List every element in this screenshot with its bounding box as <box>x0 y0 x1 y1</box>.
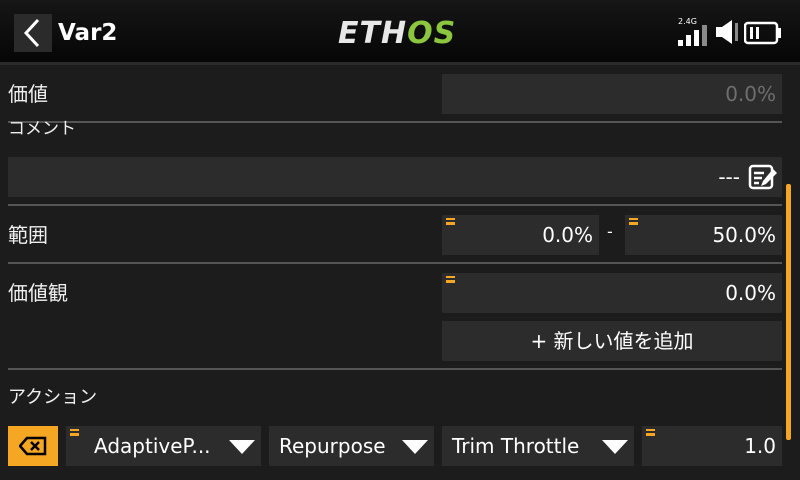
chevron-down-icon <box>602 440 628 454</box>
backspace-icon <box>19 436 47 456</box>
battery-icon <box>743 16 784 52</box>
range-max-field[interactable]: 50.0% <box>625 215 782 255</box>
action-source-dropdown[interactable]: AdaptiveP... <box>66 426 261 466</box>
action-label: アクション <box>8 387 98 408</box>
values-label: 価値観 <box>8 281 68 305</box>
delete-action-button[interactable] <box>8 426 58 466</box>
comment-value: --- <box>718 165 740 189</box>
chevron-left-icon <box>23 18 40 48</box>
add-value-button[interactable]: + 新しい値を追加 <box>442 321 782 361</box>
svg-text:2.4G: 2.4G <box>678 17 697 26</box>
chevron-down-icon <box>229 440 255 454</box>
adjust-icon <box>70 429 79 436</box>
edit-icon[interactable] <box>748 163 778 191</box>
ethos-logo: ETHOS <box>338 16 457 51</box>
adjust-icon <box>446 276 455 283</box>
divider <box>8 121 782 123</box>
signal-icon: 2.4G <box>676 16 710 52</box>
range-separator: - <box>607 222 613 241</box>
adjust-icon <box>646 429 655 436</box>
back-button[interactable] <box>14 14 52 52</box>
value-field[interactable]: 0.0% <box>442 74 782 114</box>
comment-field[interactable]: --- <box>8 157 782 197</box>
action-amount-field[interactable]: 1.0 <box>642 426 782 466</box>
action-target-dropdown[interactable]: Trim Throttle <box>442 426 634 466</box>
divider <box>8 262 782 264</box>
adjust-icon <box>629 218 638 225</box>
action-type-dropdown[interactable]: Repurpose <box>269 426 434 466</box>
divider <box>8 368 782 370</box>
value-label: 価値 <box>8 82 48 106</box>
settings-panel: 価値 0.0% コメント --- 範囲 0.0% - 50.0% 価値観 0.0… <box>0 65 800 480</box>
adjust-icon <box>446 218 455 225</box>
range-min-field[interactable]: 0.0% <box>442 215 599 255</box>
page-title: Var2 <box>58 20 118 46</box>
speaker-icon <box>714 16 742 52</box>
chevron-down-icon <box>402 440 428 454</box>
values-field[interactable]: 0.0% <box>442 273 782 313</box>
top-bar: Var2 ETHOS 2.4G <box>0 0 800 65</box>
divider <box>8 204 782 206</box>
comment-label: コメント <box>8 119 76 139</box>
scrollbar[interactable] <box>786 184 791 440</box>
range-label: 範囲 <box>8 223 48 247</box>
